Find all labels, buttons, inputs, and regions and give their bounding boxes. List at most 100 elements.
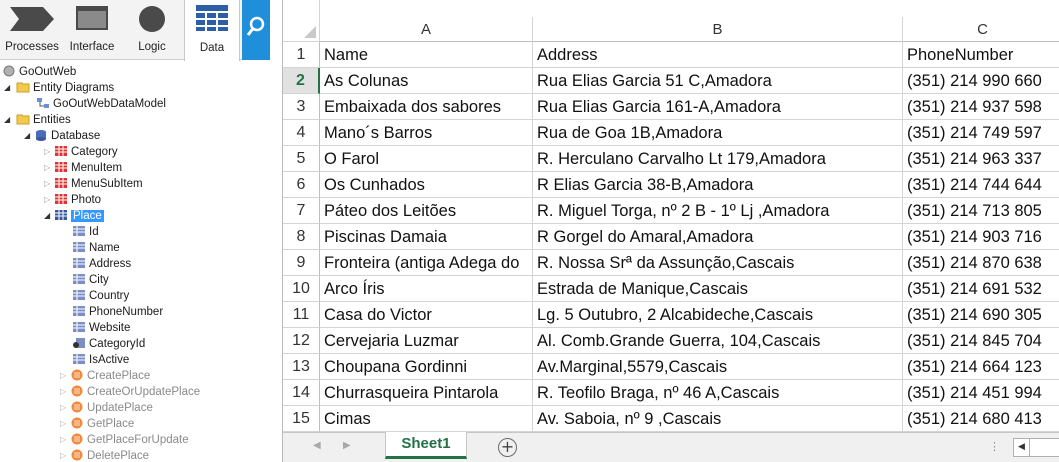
tree-attribute[interactable]: Website xyxy=(72,320,130,336)
row-header[interactable]: 4 xyxy=(283,120,320,146)
cell-c[interactable]: (351) 214 903 716 xyxy=(903,224,1059,250)
tree-attribute[interactable]: City xyxy=(72,272,109,288)
row-header[interactable]: 10 xyxy=(283,276,320,302)
row-header[interactable]: 14 xyxy=(283,380,320,406)
hscroll-left-button[interactable]: ◀ xyxy=(1013,438,1030,457)
row-header[interactable]: 8 xyxy=(283,224,320,250)
tree-attribute[interactable]: Name xyxy=(72,240,120,256)
splitter-dots-icon[interactable]: ⋮ xyxy=(989,440,1000,453)
row-header[interactable]: 12 xyxy=(283,328,320,354)
cell-b[interactable]: R. Nossa Srª da Assunção,Cascais xyxy=(533,250,903,276)
collapse-arrow-icon[interactable]: ▷ xyxy=(44,144,50,160)
cell-b[interactable]: Av. Saboia, nº 9 ,Cascais xyxy=(533,406,903,432)
cell-a[interactable]: Piscinas Damaia xyxy=(320,224,533,250)
tree-table-place[interactable]: ◢ Place xyxy=(44,208,104,224)
cell-a[interactable]: Churrasqueira Pintarola xyxy=(320,380,533,406)
interface-tab[interactable]: Interface xyxy=(64,0,120,60)
column-header-b[interactable]: B xyxy=(533,17,903,42)
cell-c[interactable]: (351) 214 451 994 xyxy=(903,380,1059,406)
cell-b[interactable]: Rua Elias Garcia 51 C,Amadora xyxy=(533,68,903,94)
cell-c[interactable]: (351) 214 680 413 xyxy=(903,406,1059,432)
cell-b[interactable]: Al. Comb.Grande Guerra, 104,Cascais xyxy=(533,328,903,354)
tree-attribute[interactable]: Id xyxy=(72,224,99,240)
horizontal-scrollbar[interactable] xyxy=(1030,438,1059,457)
row-header[interactable]: 3 xyxy=(283,94,320,120)
tree-attribute[interactable]: Address xyxy=(72,256,131,272)
cell-a[interactable]: Páteo dos Leitões xyxy=(320,198,533,224)
tree-table-photo[interactable]: ▷ Photo xyxy=(44,192,101,208)
scroll-right-icon[interactable]: ▶ xyxy=(343,440,351,451)
cell-a[interactable]: Cervejaria Luzmar xyxy=(320,328,533,354)
cell-a[interactable]: Casa do Victor xyxy=(320,302,533,328)
expand-arrow-icon[interactable]: ◢ xyxy=(4,112,10,128)
cell-b[interactable]: R Gorgel do Amaral,Amadora xyxy=(533,224,903,250)
tree-action[interactable]: ▷ GetPlaceForUpdate xyxy=(60,432,189,448)
cell-b[interactable]: Address xyxy=(533,42,903,68)
row-header[interactable]: 6 xyxy=(283,172,320,198)
tree-action[interactable]: ▷ CreatePlace xyxy=(60,368,150,384)
scroll-left-icon[interactable]: ◀ xyxy=(313,440,321,451)
tree-action[interactable]: ▷ DeletePlace xyxy=(60,448,149,462)
collapse-arrow-icon[interactable]: ▷ xyxy=(60,384,66,400)
cell-b[interactable]: R. Miguel Torga, nº 2 B - 1º Lj ,Amadora xyxy=(533,198,903,224)
cell-a[interactable]: Cimas xyxy=(320,406,533,432)
cell-c[interactable]: PhoneNumber xyxy=(903,42,1059,68)
tree-action[interactable]: ▷ UpdatePlace xyxy=(60,400,153,416)
add-sheet-button[interactable]: + xyxy=(498,438,517,457)
collapse-arrow-icon[interactable]: ▷ xyxy=(60,432,66,448)
cell-a[interactable]: Os Cunhados xyxy=(320,172,533,198)
cell-b[interactable]: R Elias Garcia 38-B,Amadora xyxy=(533,172,903,198)
cell-c[interactable]: (351) 214 744 644 xyxy=(903,172,1059,198)
cell-c[interactable]: (351) 214 749 597 xyxy=(903,120,1059,146)
cell-b[interactable]: R. Teofilo Braga, nº 46 A,Cascais xyxy=(533,380,903,406)
logic-tab[interactable]: Logic xyxy=(122,0,182,60)
cell-c[interactable]: (351) 214 664 123 xyxy=(903,354,1059,380)
collapse-arrow-icon[interactable]: ▷ xyxy=(60,448,66,462)
tree-root[interactable]: GoOutWeb xyxy=(2,64,76,80)
tree-entity-diagrams[interactable]: ◢ Entity Diagrams xyxy=(4,80,114,96)
tree-attribute[interactable]: PhoneNumber xyxy=(72,304,163,320)
cell-a[interactable]: Arco Íris xyxy=(320,276,533,302)
row-header[interactable]: 7 xyxy=(283,198,320,224)
collapse-arrow-icon[interactable]: ▷ xyxy=(44,176,50,192)
row-header[interactable]: 1 xyxy=(283,42,320,68)
tree-action[interactable]: ▷ GetPlace xyxy=(60,416,134,432)
cell-b[interactable]: R. Herculano Carvalho Lt 179,Amadora xyxy=(533,146,903,172)
cell-b[interactable]: Lg. 5 Outubro, 2 Alcabideche,Cascais xyxy=(533,302,903,328)
cell-b[interactable]: Rua Elias Garcia 161-A,Amadora xyxy=(533,94,903,120)
cell-b[interactable]: Rua de Goa 1B,Amadora xyxy=(533,120,903,146)
cell-a[interactable]: Embaixada dos sabores xyxy=(320,94,533,120)
cell-c[interactable]: (351) 214 691 532 xyxy=(903,276,1059,302)
tree-database[interactable]: ◢ Database xyxy=(24,128,100,144)
sheet-tab[interactable]: Sheet1 xyxy=(385,432,467,459)
cell-b[interactable]: Av.Marginal,5579,Cascais xyxy=(533,354,903,380)
cell-c[interactable]: (351) 214 937 598 xyxy=(903,94,1059,120)
cell-c[interactable]: (351) 214 990 660 xyxy=(903,68,1059,94)
tree-action[interactable]: ▷ CreateOrUpdatePlace xyxy=(60,384,200,400)
cell-c[interactable]: (351) 214 713 805 xyxy=(903,198,1059,224)
tree-entities[interactable]: ◢ Entities xyxy=(4,112,71,128)
data-tab[interactable]: Data xyxy=(184,0,240,61)
collapse-arrow-icon[interactable]: ▷ xyxy=(60,400,66,416)
tree-attribute[interactable]: CategoryId xyxy=(72,336,145,352)
cell-a[interactable]: Mano´s Barros xyxy=(320,120,533,146)
row-header[interactable]: 2 xyxy=(283,68,320,94)
processes-tab[interactable]: Processes xyxy=(0,0,64,60)
cell-a[interactable]: Choupana Gordinni xyxy=(320,354,533,380)
row-header[interactable]: 13 xyxy=(283,354,320,380)
cell-c[interactable]: (351) 214 690 305 xyxy=(903,302,1059,328)
expand-arrow-icon[interactable]: ◢ xyxy=(4,80,10,96)
collapse-arrow-icon[interactable]: ▷ xyxy=(44,160,50,176)
cell-b[interactable]: Estrada de Manique,Cascais xyxy=(533,276,903,302)
expand-arrow-icon[interactable]: ◢ xyxy=(44,208,50,224)
row-header[interactable]: 15 xyxy=(283,406,320,432)
cell-a[interactable]: As Colunas xyxy=(320,68,533,94)
column-header-c[interactable]: C xyxy=(903,17,1059,42)
row-header[interactable]: 11 xyxy=(283,302,320,328)
cell-a[interactable]: O Farol xyxy=(320,146,533,172)
collapse-arrow-icon[interactable]: ▷ xyxy=(60,416,66,432)
search-button[interactable] xyxy=(242,0,270,60)
tree-table-menusubitem[interactable]: ▷ MenuSubItem xyxy=(44,176,143,192)
cell-c[interactable]: (351) 214 870 638 xyxy=(903,250,1059,276)
column-header-a[interactable]: A xyxy=(320,17,533,42)
